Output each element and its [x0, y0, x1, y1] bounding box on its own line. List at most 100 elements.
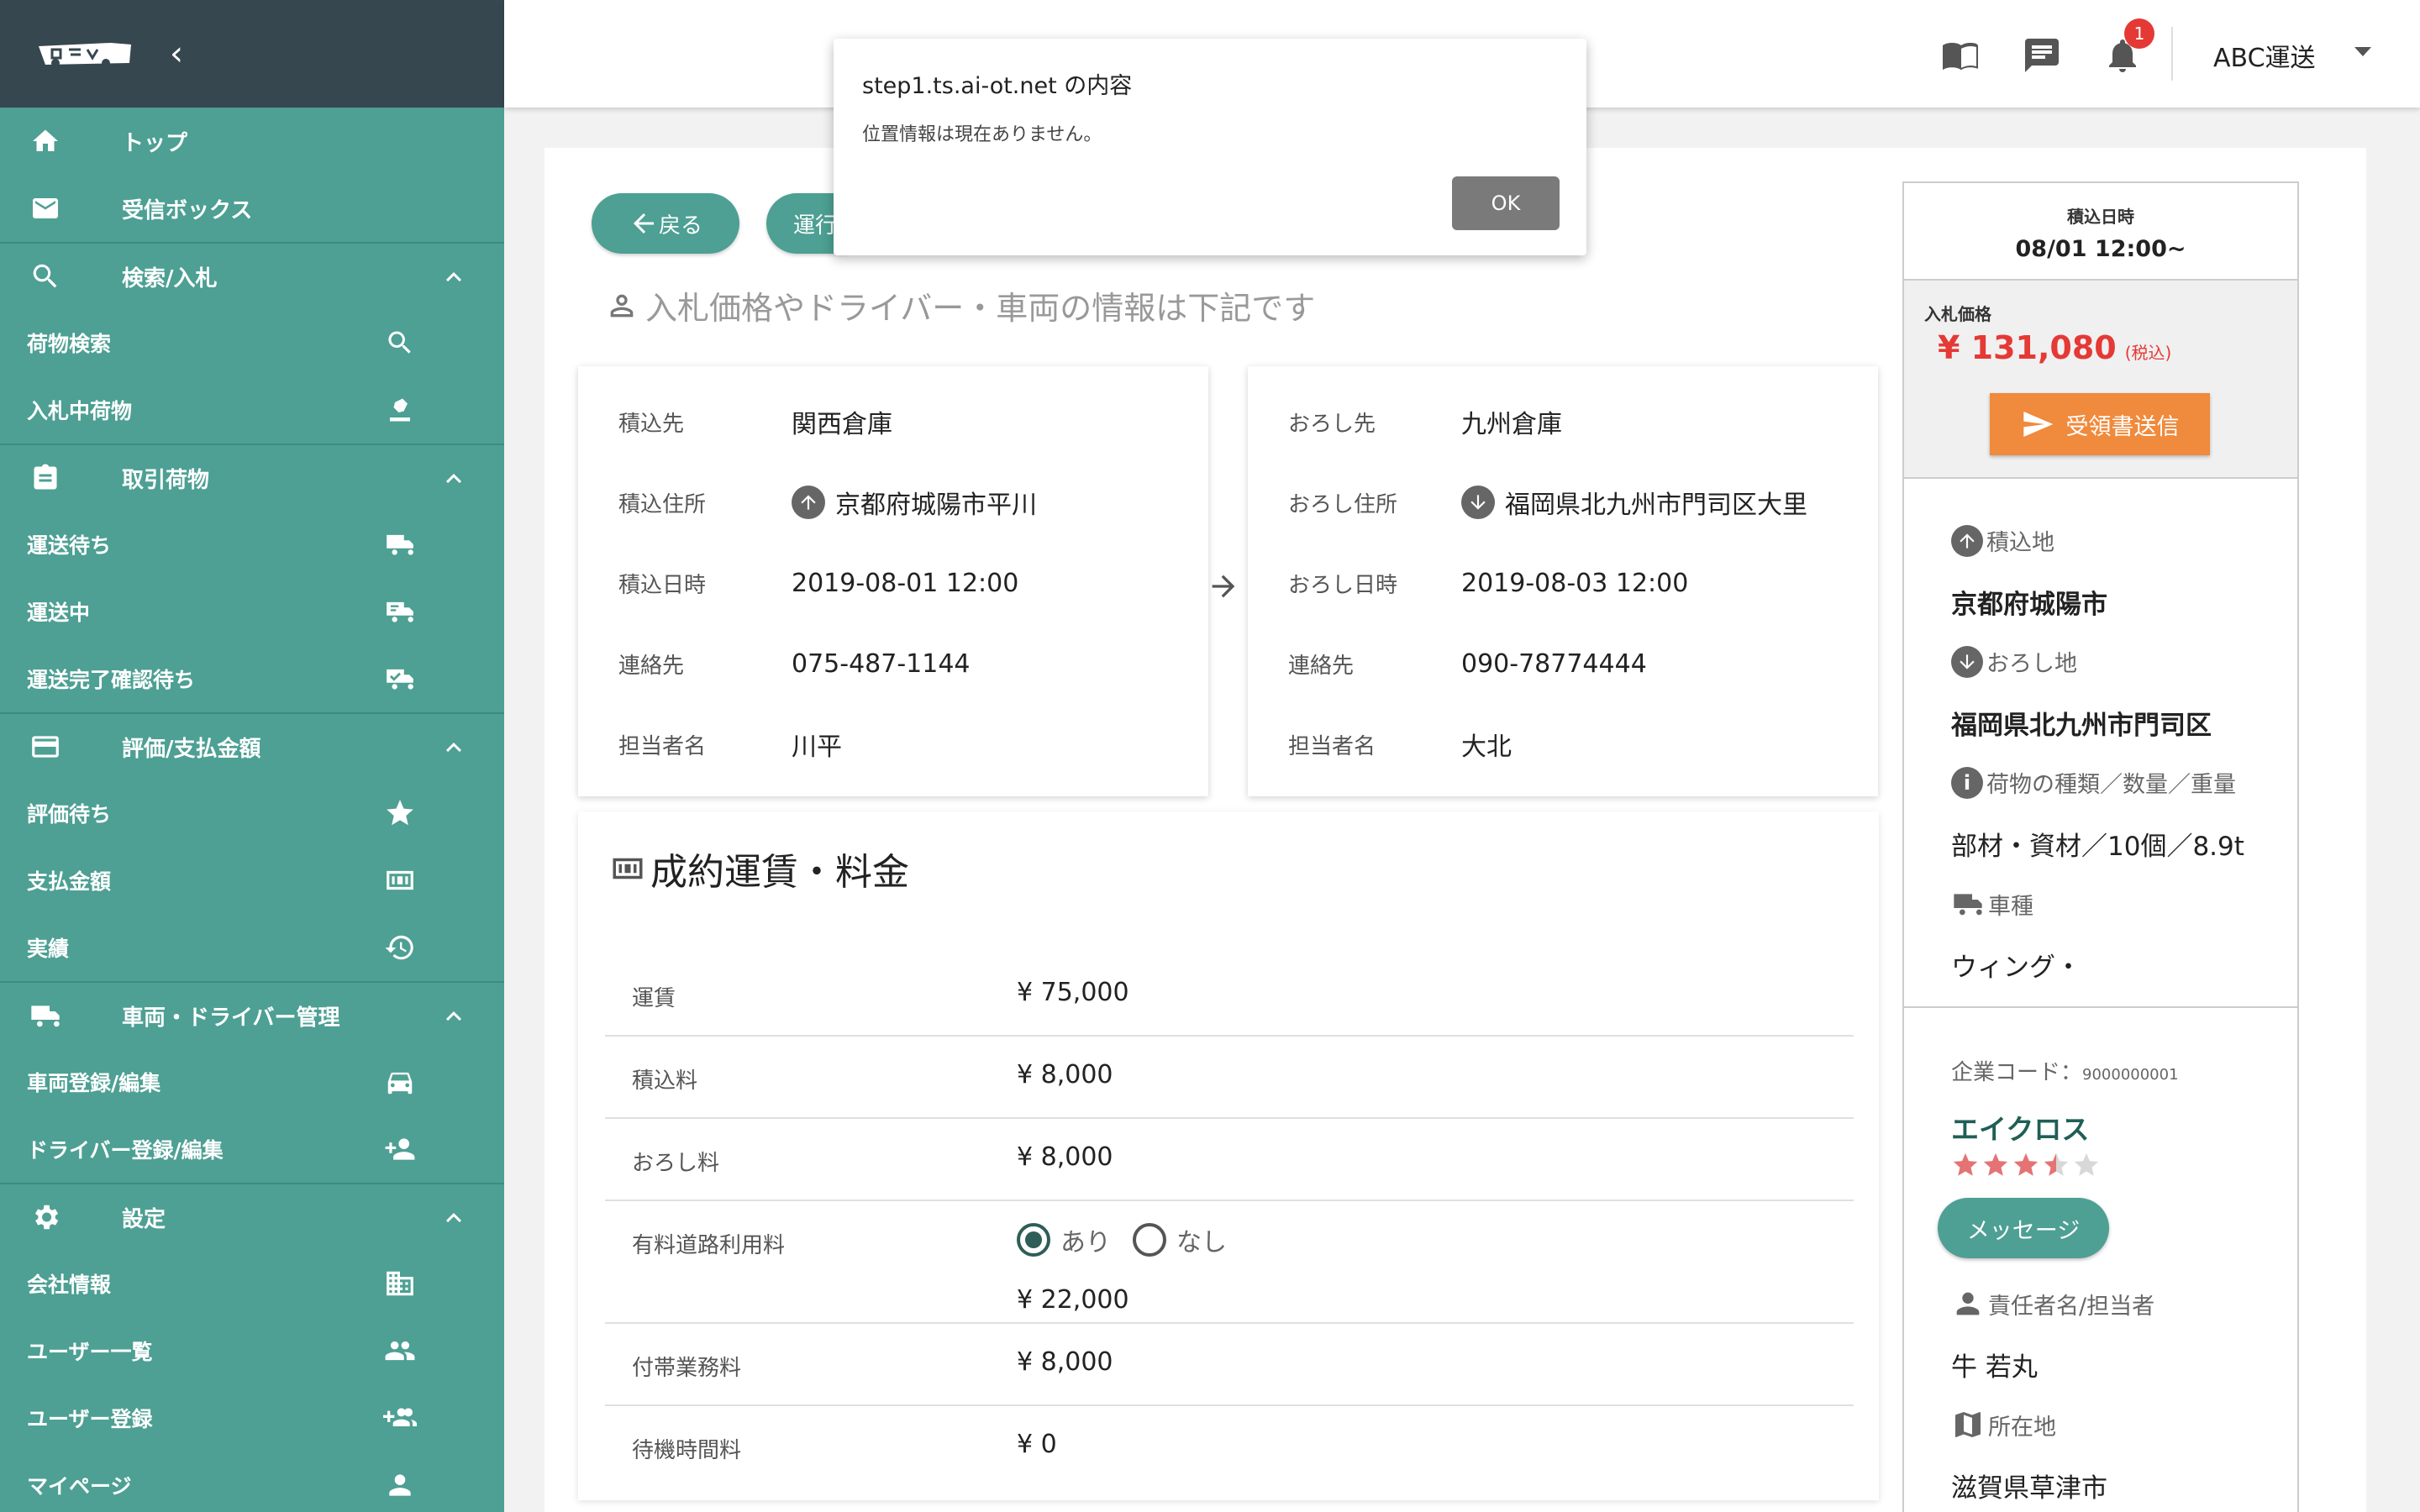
gavel-icon: [383, 393, 417, 427]
company-menu[interactable]: ABC運送: [2213, 37, 2316, 74]
ok-button[interactable]: OK: [1452, 176, 1560, 230]
unload-datetime-row: おろし日時 2019-08-03 12:00: [1288, 558, 1688, 608]
unload-datetime-label: おろし日時: [1288, 572, 1398, 598]
sidebar-section-deals[interactable]: 取引荷物: [0, 444, 504, 511]
sidebar-item-payment[interactable]: 支払金額: [0, 847, 504, 914]
price-value: ¥ 131,080: [1938, 329, 2117, 366]
sidebar-section-vehicle[interactable]: 車両・ドライバー管理: [0, 981, 504, 1048]
summary-panel: 積込日時 08/01 12:00~ 入札価格 ¥ 131,080 (税込) 受領書…: [1902, 181, 2299, 1512]
message-button[interactable]: メッセージ: [1938, 1198, 2109, 1258]
truck-icon: [1954, 894, 1982, 916]
arrow-up-circle-icon: [1951, 524, 1983, 557]
person-add-icon: [383, 1132, 417, 1166]
sidebar-item-label: 実績: [27, 937, 70, 961]
fee-freight-value: ¥ 75,000: [1017, 978, 1129, 1007]
money-icon: [383, 864, 417, 897]
sidebar-item-bidding[interactable]: 入札中荷物: [0, 376, 504, 444]
load-contact-row: 連絡先 075-487-1144: [618, 638, 971, 689]
fee-unloading-label: おろし料: [632, 1151, 720, 1176]
fee-row-waiting: 待機時間料 ¥ 0: [605, 1406, 1854, 1488]
chevron-up-icon[interactable]: [439, 1203, 469, 1233]
fee-row-loading: 積込料 ¥ 8,000: [605, 1037, 1854, 1119]
company-code-value: 9000000001: [2082, 1066, 2179, 1084]
sidebar-item-history[interactable]: 実績: [0, 914, 504, 981]
unload-address-group: 福岡県北九州市門司区大里: [1461, 484, 1807, 521]
arrow-right-icon: [1212, 575, 1235, 598]
fee-incidental-value: ¥ 8,000: [1017, 1347, 1113, 1377]
sidebar-item-company-info[interactable]: 会社情報: [0, 1250, 504, 1317]
sidebar-item-in-transport[interactable]: 運送中: [0, 578, 504, 645]
sidebar-item-completion-check[interactable]: 運送完了確認待ち: [0, 645, 504, 712]
sidebar-item-label: 受信ボックス: [122, 197, 253, 223]
sidebar-item-inbox[interactable]: 受信ボックス: [0, 175, 504, 242]
sidebar-item-waiting-transport[interactable]: 運送待ち: [0, 511, 504, 578]
building-icon: [383, 1267, 417, 1300]
price-label: 入札価格: [1924, 304, 1991, 324]
load-place-label: 積込地: [1986, 530, 2054, 556]
sidebar-item-top[interactable]: トップ: [0, 108, 504, 175]
person-icon: [383, 1468, 417, 1502]
company-name[interactable]: エイクロス: [1951, 1107, 2089, 1147]
dialog-message: 位置情報は現在ありません。: [862, 124, 1102, 145]
sidebar-item-user-list[interactable]: ユーザー一覧: [0, 1317, 504, 1384]
sidebar-section-label: 車両・ドライバー管理: [122, 1005, 340, 1031]
chevron-up-icon[interactable]: [439, 464, 469, 494]
chat-icon[interactable]: [2022, 35, 2062, 76]
home-icon: [29, 124, 62, 158]
collapse-icon[interactable]: ‹: [170, 34, 183, 73]
sidebar-section-label: 設定: [122, 1206, 166, 1232]
chevron-up-icon[interactable]: [439, 262, 469, 292]
company-section: 企業コード：9000000001 エイクロス メッセージ 責任者名/担当者 牛 …: [1904, 1008, 2297, 1512]
sidebar-item-label: 評価待ち: [27, 802, 112, 827]
send-receipt-button[interactable]: 受領書送信: [1990, 393, 2210, 455]
back-button[interactable]: 戻る: [592, 193, 739, 254]
chevron-up-icon[interactable]: [439, 732, 469, 763]
person-icon: [1956, 1292, 1980, 1315]
info-heading: 入札価格やドライバー・車両の情報は下記です: [605, 282, 1315, 328]
load-address-row: 積込住所 京都府城陽市平川: [618, 477, 1037, 528]
load-dest-value: 関西倉庫: [792, 410, 892, 439]
sidebar-item-mypage[interactable]: マイページ: [0, 1452, 504, 1512]
radio-checked-icon: [1017, 1223, 1050, 1257]
fee-row-incidental: 付帯業務料 ¥ 8,000: [605, 1324, 1854, 1406]
truck-check-icon: [383, 662, 417, 696]
star-icon: [2044, 1152, 2069, 1176]
load-dest-row: 積込先 関西倉庫: [618, 396, 892, 447]
chevron-up-icon[interactable]: [439, 1001, 469, 1032]
unload-person-label: 担当者名: [1288, 733, 1376, 759]
load-datetime-value: 2019-08-01 12:00: [792, 568, 1019, 598]
star-icon: [383, 796, 417, 830]
load-date-section: 積込日時 08/01 12:00~: [1904, 183, 2297, 281]
toll-radio-group: あり なし: [1017, 1221, 1227, 1258]
load-contact-label: 連絡先: [618, 653, 685, 679]
toll-yes-radio[interactable]: あり: [1017, 1221, 1111, 1258]
book-icon[interactable]: [1941, 35, 1981, 76]
unload-dest-label: おろし先: [1288, 411, 1376, 437]
dialog-title: step1.ts.ai-ot.net の内容: [862, 73, 1133, 99]
fee-freight-label: 運賃: [632, 986, 676, 1011]
divider: [2171, 27, 2173, 81]
sidebar-item-user-register[interactable]: ユーザー登録: [0, 1384, 504, 1452]
sidebar-item-label: ユーザー登録: [27, 1407, 153, 1431]
caret-down-icon[interactable]: [2354, 47, 2371, 56]
sidebar-section-evaluation[interactable]: 評価/支払金額: [0, 712, 504, 780]
vehicle-value: ウィング・: [1951, 953, 2081, 983]
unload-contact-row: 連絡先 090-78774444: [1288, 638, 1647, 689]
sidebar-section-search[interactable]: 検索/入札: [0, 242, 504, 309]
truck-logo-icon[interactable]: [37, 39, 136, 68]
fee-row-toll: 有料道路利用料 あり なし ¥ 22,000: [605, 1201, 1854, 1324]
load-card: 積込先 関西倉庫 積込住所 京都府城陽市平川 積込日時 2019-08-01 1…: [578, 366, 1208, 796]
toll-no-radio[interactable]: なし: [1133, 1221, 1227, 1258]
card-icon: [29, 730, 62, 764]
sidebar-item-waiting-evaluation[interactable]: 評価待ち: [0, 780, 504, 847]
sidebar-item-label: 支払金額: [27, 869, 112, 894]
truck-icon: [383, 528, 417, 561]
sidebar-item-label: 運送中: [27, 601, 91, 625]
sidebar-item-vehicle-edit[interactable]: 車両登録/編集: [0, 1048, 504, 1116]
load-dest-label: 積込先: [618, 411, 685, 437]
arrow-left-icon: [634, 213, 654, 234]
sidebar-section-settings[interactable]: 設定: [0, 1183, 504, 1250]
sidebar-item-driver-edit[interactable]: ドライバー登録/編集: [0, 1116, 504, 1183]
sidebar-item-cargo-search[interactable]: 荷物検索: [0, 309, 504, 376]
sidebar-item-label: 車両登録/編集: [27, 1071, 161, 1095]
